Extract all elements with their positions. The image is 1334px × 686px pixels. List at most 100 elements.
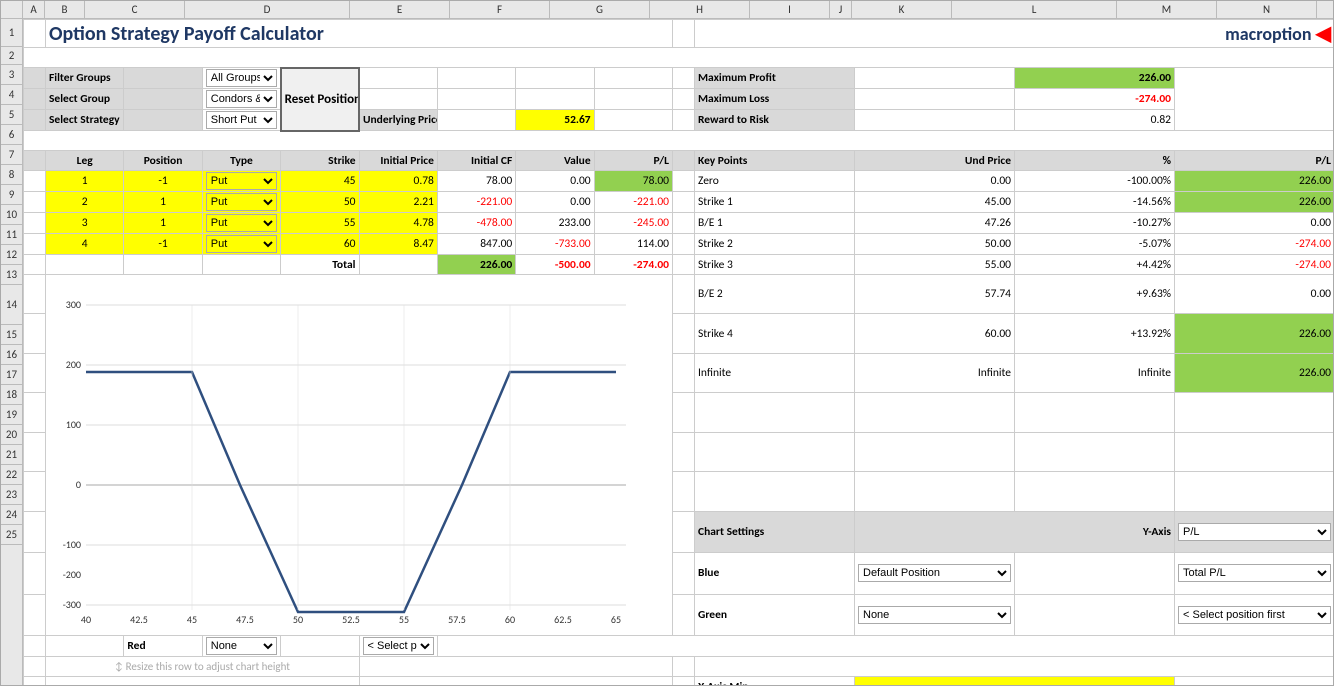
filter-groups-select[interactable]: All Groups: [206, 69, 277, 87]
cell-a22: [24, 636, 46, 657]
x-axis-min-value[interactable]: [855, 677, 1175, 686]
cell-j8: [673, 171, 695, 192]
blue-value-cell[interactable]: Default Position: [855, 553, 1015, 594]
spreadsheet: A B C D E F G H I J K L M N 1 2 3 4 5 6 …: [0, 0, 1334, 686]
app-title: Option Strategy Payoff Calculator: [46, 20, 673, 48]
cell-m21: [1015, 594, 1175, 635]
blue-right-select[interactable]: Total P/L: [1178, 564, 1331, 582]
cell-j17: [673, 432, 695, 471]
leg4-initial-price[interactable]: 8.47: [359, 234, 437, 255]
leg3-strike[interactable]: 55: [281, 213, 359, 234]
cell-f12: [359, 255, 437, 275]
blue-right-cell[interactable]: Total P/L: [1175, 553, 1334, 594]
leg4-type-cell[interactable]: Put: [202, 234, 280, 255]
col-j: J: [830, 1, 852, 18]
red-right-select[interactable]: < Select position first: [363, 637, 434, 655]
leg1-initial-price[interactable]: 0.78: [359, 171, 437, 192]
svg-text:50: 50: [293, 613, 303, 626]
leg2-position[interactable]: 1: [124, 192, 202, 213]
leg4-type-select[interactable]: Put: [206, 235, 277, 253]
cell-c12: [124, 255, 202, 275]
leg2-initial-price[interactable]: 2.21: [359, 192, 437, 213]
col-d: D: [185, 1, 350, 18]
col-k: K: [852, 1, 952, 18]
red-select[interactable]: None: [206, 637, 277, 655]
cell-k16: [695, 393, 855, 432]
green-right-cell[interactable]: < Select position first: [1175, 594, 1334, 635]
leg3-position[interactable]: 1: [124, 213, 202, 234]
leg1-type-select[interactable]: Put: [206, 172, 277, 190]
cell-a21: [24, 594, 46, 635]
cell-f3: [359, 68, 437, 89]
leg2-type-select[interactable]: Put: [206, 193, 277, 211]
row23: ↕ Resize this row to adjust chart height: [24, 657, 1334, 677]
cell-a17: [24, 432, 46, 471]
leg2-strike[interactable]: 50: [281, 192, 359, 213]
leg2-type-cell[interactable]: Put: [202, 192, 280, 213]
row-14: 14: [1, 285, 22, 325]
leg4-value: -733.00: [516, 234, 594, 255]
max-profit-value: 226.00: [1015, 68, 1175, 89]
total-value: -500.00: [516, 255, 594, 275]
red-value-cell[interactable]: None: [202, 636, 280, 657]
y-axis-select-cell[interactable]: P/L: [1175, 511, 1334, 552]
green-select[interactable]: None: [858, 606, 1011, 624]
brand-name: macroption ◀: [695, 20, 1334, 48]
y-axis-select[interactable]: P/L: [1178, 523, 1331, 541]
reset-position-button[interactable]: Reset Position: [281, 68, 359, 131]
row-numbers: 1 2 3 4 5 6 7 8 9 10 11 12 13 14 15 16 1…: [1, 19, 23, 685]
cell-kn23: [695, 657, 1334, 677]
leg2-value: 0.00: [516, 192, 594, 213]
leg2-num: 2: [46, 192, 124, 213]
row-1: 1: [1, 19, 22, 47]
cell-c5: [124, 110, 202, 131]
svg-text:100: 100: [66, 418, 81, 431]
svg-text:47.5: 47.5: [236, 613, 254, 626]
cell-g4: [437, 89, 515, 110]
leg3-type-select[interactable]: Put: [206, 214, 277, 232]
leg4-position[interactable]: -1: [124, 234, 202, 255]
value-header: Value: [516, 151, 594, 171]
row-18: 18: [1, 385, 22, 405]
cell-j5: [673, 110, 695, 131]
main-content: Option Strategy Payoff Calculator macrop…: [23, 19, 1333, 685]
chart-container: 300 200 100 0 -100 -200 -300 40 42.5 45: [46, 275, 673, 636]
col-b: B: [45, 1, 85, 18]
select-strategy-select[interactable]: Short Put Condor: [206, 111, 277, 129]
leg4-num: 4: [46, 234, 124, 255]
cell-j22: [46, 636, 124, 657]
row-6: 6: [1, 125, 22, 145]
svg-text:62.5: 62.5: [554, 613, 572, 626]
cell-j11: [673, 234, 695, 255]
leg3-type-cell[interactable]: Put: [202, 213, 280, 234]
leg3-initial-price[interactable]: 4.78: [359, 213, 437, 234]
kp-infinite-pct: Infinite: [1015, 353, 1175, 392]
select-strategy-select-cell[interactable]: Short Put Condor: [202, 110, 280, 131]
filter-groups-select-cell[interactable]: All Groups: [202, 68, 280, 89]
leg1-strike[interactable]: 45: [281, 171, 359, 192]
resize-hint-cell: ↕ Resize this row to adjust chart height: [46, 657, 360, 677]
totals-row: Total 226.00 -500.00 -274.00 Strike 3 55…: [24, 255, 1334, 275]
reward-risk-label: Reward to Risk: [695, 110, 855, 131]
brand-arrow-icon: ◀: [1316, 22, 1331, 46]
cell-a9: [24, 192, 46, 213]
select-group-select[interactable]: Condors & Butterflies: [206, 90, 277, 108]
leg1-position[interactable]: -1: [124, 171, 202, 192]
cell-a10: [24, 213, 46, 234]
cell-j20: [673, 553, 695, 594]
green-right-select[interactable]: < Select position first: [1178, 606, 1331, 624]
leg4-strike[interactable]: 60: [281, 234, 359, 255]
cell-j23: [673, 657, 695, 677]
select-group-select-cell[interactable]: Condors & Butterflies: [202, 89, 280, 110]
green-value-cell[interactable]: None: [855, 594, 1015, 635]
row-5: 5: [1, 105, 22, 125]
leg1-type-cell[interactable]: Put: [202, 171, 280, 192]
blue-select[interactable]: Default Position: [858, 564, 1011, 582]
max-profit-label: Maximum Profit: [695, 68, 855, 89]
underlying-price-value[interactable]: 52.67: [516, 110, 594, 131]
kp-strike2-label: Strike 2: [695, 234, 855, 255]
col-h: H: [650, 1, 750, 18]
red-right-cell[interactable]: < Select position first: [359, 636, 437, 657]
kp-strike2-pct: -5.07%: [1015, 234, 1175, 255]
row-19: 19: [1, 405, 22, 425]
